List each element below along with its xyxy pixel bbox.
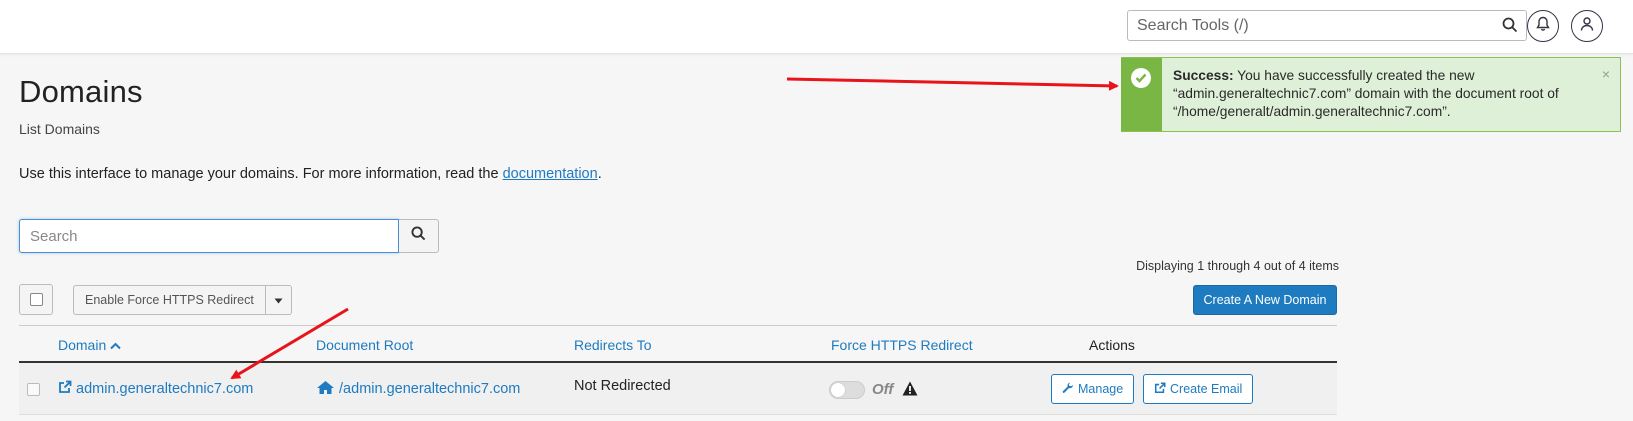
create-email-button[interactable]: Create Email xyxy=(1143,374,1254,404)
external-link-icon xyxy=(1154,382,1166,397)
pagination-summary: Displaying 1 through 4 out of 4 items xyxy=(1136,259,1339,273)
force-https-toggle[interactable] xyxy=(829,381,865,399)
search-icon xyxy=(411,226,426,246)
tool-search-input[interactable] xyxy=(1128,11,1488,40)
bulk-action-dropdown-toggle[interactable] xyxy=(265,285,292,315)
close-icon[interactable]: × xyxy=(1602,66,1610,82)
user-menu-button[interactable] xyxy=(1571,10,1603,42)
intro-text-body: Use this interface to manage your domain… xyxy=(19,166,503,182)
tool-search-box[interactable] xyxy=(1127,10,1527,41)
redirect-status: Not Redirected xyxy=(574,378,671,394)
domain-search-button[interactable] xyxy=(399,219,439,253)
alert-label: Success: xyxy=(1173,68,1234,83)
document-root-path: /admin.generaltechnic7.com xyxy=(339,381,521,397)
intro-text: Use this interface to manage your domain… xyxy=(19,166,602,182)
column-header-domain[interactable]: Domain xyxy=(58,337,121,353)
column-header-document-root[interactable]: Document Root xyxy=(316,337,413,353)
column-header-actions: Actions xyxy=(1089,337,1135,353)
home-icon xyxy=(316,381,335,397)
column-header-domain-label: Domain xyxy=(58,337,107,353)
check-circle-icon xyxy=(1131,68,1151,88)
table-header: Domain Document Root Redirects To Force … xyxy=(19,325,1337,363)
top-bar xyxy=(0,0,1633,54)
bulk-action-button-group: Enable Force HTTPS Redirect xyxy=(73,285,292,315)
domains-table: Domain Document Root Redirects To Force … xyxy=(19,325,1337,415)
caret-down-icon xyxy=(274,291,283,309)
column-header-force-https[interactable]: Force HTTPS Redirect xyxy=(831,337,973,353)
page-subtitle: List Domains xyxy=(19,121,100,137)
arrow-to-alert xyxy=(786,77,1119,91)
user-icon xyxy=(1580,16,1594,37)
wrench-icon xyxy=(1062,382,1074,397)
row-checkbox[interactable] xyxy=(27,383,40,396)
intro-text-end: . xyxy=(597,166,602,182)
domain-search xyxy=(19,219,439,253)
page-title: Domains xyxy=(19,74,143,109)
manage-button[interactable]: Manage xyxy=(1051,374,1135,404)
select-all-checkbox[interactable] xyxy=(29,293,43,306)
create-email-label: Create Email xyxy=(1170,382,1243,396)
documentation-link[interactable]: documentation xyxy=(503,166,598,182)
table-row: admin.generaltechnic7.com /admin.general… xyxy=(19,363,1337,415)
create-domain-button[interactable]: Create A New Domain xyxy=(1193,285,1337,315)
domain-link[interactable]: admin.generaltechnic7.com xyxy=(58,380,253,397)
document-root-link[interactable]: /admin.generaltechnic7.com xyxy=(316,380,520,397)
column-header-redirects-to[interactable]: Redirects To xyxy=(574,337,652,353)
select-all-checkbox-button[interactable] xyxy=(19,284,53,315)
bell-icon xyxy=(1536,16,1550,37)
toggle-knob xyxy=(831,383,845,397)
search-icon[interactable] xyxy=(1502,17,1518,38)
success-alert: Success: You have successfully created t… xyxy=(1121,57,1621,132)
external-link-icon xyxy=(58,380,72,397)
notifications-button[interactable] xyxy=(1527,10,1559,42)
domain-name: admin.generaltechnic7.com xyxy=(76,381,254,397)
alert-message: Success: You have successfully created t… xyxy=(1173,67,1593,121)
domain-search-input[interactable] xyxy=(19,219,400,253)
force-https-status: Off xyxy=(872,381,894,398)
enable-force-https-button[interactable]: Enable Force HTTPS Redirect xyxy=(73,285,266,315)
sort-ascending-icon xyxy=(110,337,121,353)
alert-strip xyxy=(1121,58,1162,131)
manage-label: Manage xyxy=(1078,382,1124,396)
warning-icon[interactable] xyxy=(902,381,918,401)
